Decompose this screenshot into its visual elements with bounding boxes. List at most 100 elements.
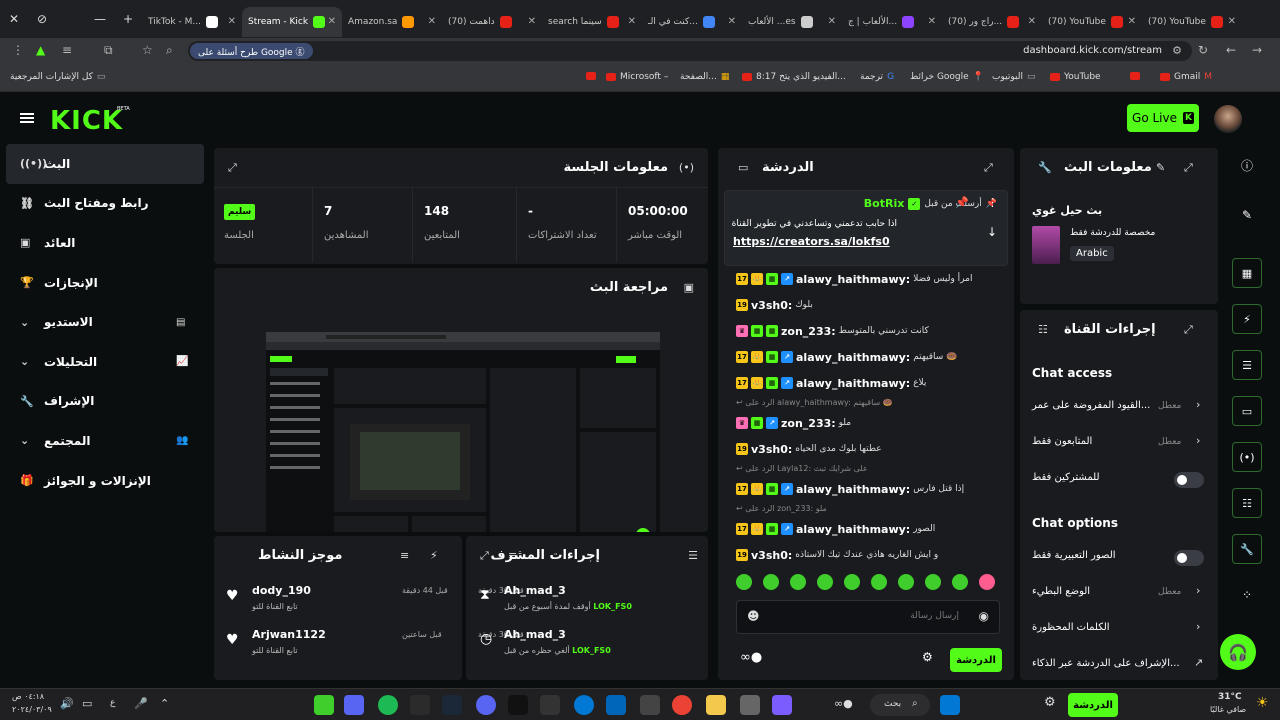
language-indicator[interactable]: ع [110, 698, 115, 708]
chat-username[interactable]: alawy_haithmawy: [796, 483, 910, 496]
browser-tab[interactable]: search سينما ✕ [542, 7, 642, 37]
app-icon[interactable] [740, 695, 760, 715]
emote-icon[interactable] [736, 574, 752, 590]
chat-username[interactable]: zon_233: [781, 417, 836, 430]
category-thumbnail[interactable] [1032, 226, 1060, 264]
site-settings-icon[interactable]: ⚙ [1172, 44, 1182, 57]
explorer-icon[interactable] [706, 695, 726, 715]
pin-toggle-icon[interactable]: 📌 [955, 196, 969, 209]
browser-tab[interactable]: (70) داهمت ✕ [442, 7, 542, 37]
toggle-switch[interactable] [1174, 550, 1204, 566]
chat-username[interactable]: alawy_haithmawy: [796, 377, 910, 390]
tab-close-icon[interactable]: ✕ [1228, 16, 1236, 27]
expand-icon[interactable]: ⤢ [480, 549, 489, 563]
emote-icon[interactable] [763, 574, 779, 590]
app-icon[interactable] [410, 695, 430, 715]
edge-icon[interactable] [574, 695, 594, 715]
activity-item[interactable]: ♥ dody_190 تابع القناة للتو قبل 44 دقيقة [214, 578, 462, 622]
tab-close-icon[interactable]: ✕ [1028, 16, 1036, 27]
emoji-icon[interactable]: ☻ [747, 609, 760, 623]
bookmark-translate[interactable]: ترجمة G [860, 72, 894, 82]
setting-row[interactable]: الكلمات المحظورة › [1020, 610, 1218, 646]
setting-row[interactable]: المتابعون فقط معطل › [1020, 424, 1218, 460]
emote-icon[interactable] [952, 574, 968, 590]
star-icon[interactable]: ☆ [142, 43, 153, 57]
chat-message[interactable]: 17 👑 ▦ ↗ alawy_haithmawy: يلاع [736, 372, 1006, 394]
kick-logo[interactable]: KICK [50, 106, 123, 136]
zoom-icon[interactable]: ⌕ [166, 43, 173, 58]
chat-username[interactable]: v3sh0: [751, 299, 792, 312]
lightning-icon[interactable]: ⚡ [1232, 304, 1262, 334]
pencil-icon[interactable]: ✎ [1232, 200, 1262, 230]
bookmark-yt-2[interactable] [1130, 72, 1140, 80]
app-icon[interactable] [508, 695, 528, 715]
sidebar-item[interactable]: الاستديو ⌄ ▤ [6, 302, 204, 342]
taskbar-chat-button[interactable]: الدردشة [1068, 693, 1118, 717]
sidebar-item[interactable]: رابط ومفتاح البث ⛓ [6, 184, 204, 224]
message-icon[interactable]: ▭ [1232, 396, 1262, 426]
setting-row[interactable]: الصور التعبيرية فقط [1020, 538, 1218, 574]
chat-message[interactable]: 19 v3sh0: و ايش الغاريه هاذي عندك تيك الاس… [736, 544, 1006, 566]
chat-input[interactable]: ☻ إرسال رسالة ◉ [736, 600, 1000, 634]
bookmark-youtube-ar[interactable]: البوتيوب ▭ [992, 72, 1035, 82]
chat-send-button[interactable]: الدردشة [950, 648, 1002, 672]
tab-close-icon[interactable]: ✕ [628, 16, 636, 27]
emote-icon[interactable] [817, 574, 833, 590]
emote-icon[interactable] [790, 574, 806, 590]
tab-close-icon[interactable]: ✕ [428, 16, 436, 27]
chevron-right-icon[interactable]: › [1196, 434, 1200, 447]
filter-icon[interactable]: ≡ [400, 549, 409, 562]
queue-icon[interactable]: ≡ [62, 43, 72, 57]
browser-tab[interactable]: (70) YouTube ✕ [1142, 7, 1242, 37]
stream-preview[interactable] [266, 332, 660, 532]
tray-chevron-icon[interactable]: ⌃ [160, 697, 169, 710]
broadcast-icon[interactable]: (•) [1232, 442, 1262, 472]
sidebar-item[interactable]: الإشراف 🔧 [6, 382, 204, 422]
weather-desc[interactable]: صافي غالبًا [1210, 705, 1246, 714]
chat-message[interactable]: 17 👑 ▦ ↗ alawy_haithmawy: الصور [736, 518, 1006, 540]
people-icon[interactable]: ∞● [740, 650, 762, 665]
steam-icon[interactable] [442, 695, 462, 715]
external-link-icon[interactable]: ↗ [1194, 656, 1203, 669]
tab-close-icon[interactable]: ✕ [528, 16, 536, 27]
people-icon[interactable]: ⁘ [1232, 580, 1262, 610]
bookmark-youtube-1[interactable] [586, 72, 596, 80]
chat-message[interactable]: 17 👑 ▦ ↗ alawy_haithmawy: امرأ وليس فضلا [736, 268, 1006, 290]
chat-message[interactable]: 19 v3sh0: بلوك [736, 294, 1006, 316]
chevron-right-icon[interactable]: › [1196, 398, 1200, 411]
chat-message[interactable]: ♛ ▦ ▦ zon_233: كانت تدرسني بالمتوسط [736, 320, 1006, 342]
emote-icon[interactable] [844, 574, 860, 590]
back-icon[interactable]: → [1252, 43, 1262, 57]
emote-icon[interactable] [979, 574, 995, 590]
bookmark-maps[interactable]: خرائط Google 📍 [910, 72, 984, 82]
hamburger-menu-icon[interactable] [20, 113, 34, 123]
browser-tab[interactable]: الألعاب | ج... ✕ [842, 7, 942, 37]
browser-tab[interactable]: Stream - Kick ✕ [242, 7, 342, 37]
browser-tab[interactable]: (70) YouTube ✕ [1042, 7, 1142, 37]
chevron-down-icon[interactable]: ⌄ [20, 316, 29, 329]
stream-category[interactable]: مخصصة للدردشة فقط [1070, 228, 1155, 238]
sidebar-item[interactable]: الإنزالات و الجوائز 🎁 [6, 461, 204, 501]
sidebar-item[interactable]: البث ((•)) [6, 144, 204, 184]
pinned-link[interactable]: https://creators.sa/lokfs0 [733, 235, 890, 248]
tab-close-icon[interactable]: ✕ [728, 16, 736, 27]
chat-username[interactable]: alawy_haithmawy: [796, 523, 910, 536]
wrench-icon[interactable]: 🔧 [1232, 534, 1262, 564]
extension-icon[interactable]: ▲ [36, 43, 45, 57]
chat-username[interactable]: alawy_haithmawy: [796, 273, 910, 286]
clock-time[interactable]: ٠٤:١٨ ص [12, 692, 44, 701]
app-icon[interactable] [344, 695, 364, 715]
setting-row[interactable]: الإشراف على الدردشة عبر الذكاء... ↗ [1020, 646, 1218, 680]
tab-search-icon[interactable]: ⊘ [28, 4, 56, 34]
layout-icon[interactable]: ▦ [1232, 258, 1262, 288]
chat-username[interactable]: v3sh0: [751, 443, 792, 456]
chat-settings-icon[interactable]: ⚙ [922, 650, 933, 664]
chat-message[interactable]: 17 👑 ▦ ↗ alawy_haithmawy: إذا قتل فارس [736, 478, 1006, 500]
discord-icon[interactable] [476, 695, 496, 715]
sidebar-item[interactable]: المجتمع ⌄ 👥 [6, 421, 204, 461]
setting-row[interactable]: الوضع البطيء معطل › [1020, 574, 1218, 610]
mod-action-item[interactable]: قبل 36 دقيقة Ah_mad_3 ألغي حظره من قبل L… [466, 622, 708, 666]
menu-icon[interactable]: ⋮ [12, 43, 24, 57]
chevron-right-icon[interactable]: › [1196, 620, 1200, 633]
collapse-icon[interactable]: ↓ [987, 225, 997, 239]
